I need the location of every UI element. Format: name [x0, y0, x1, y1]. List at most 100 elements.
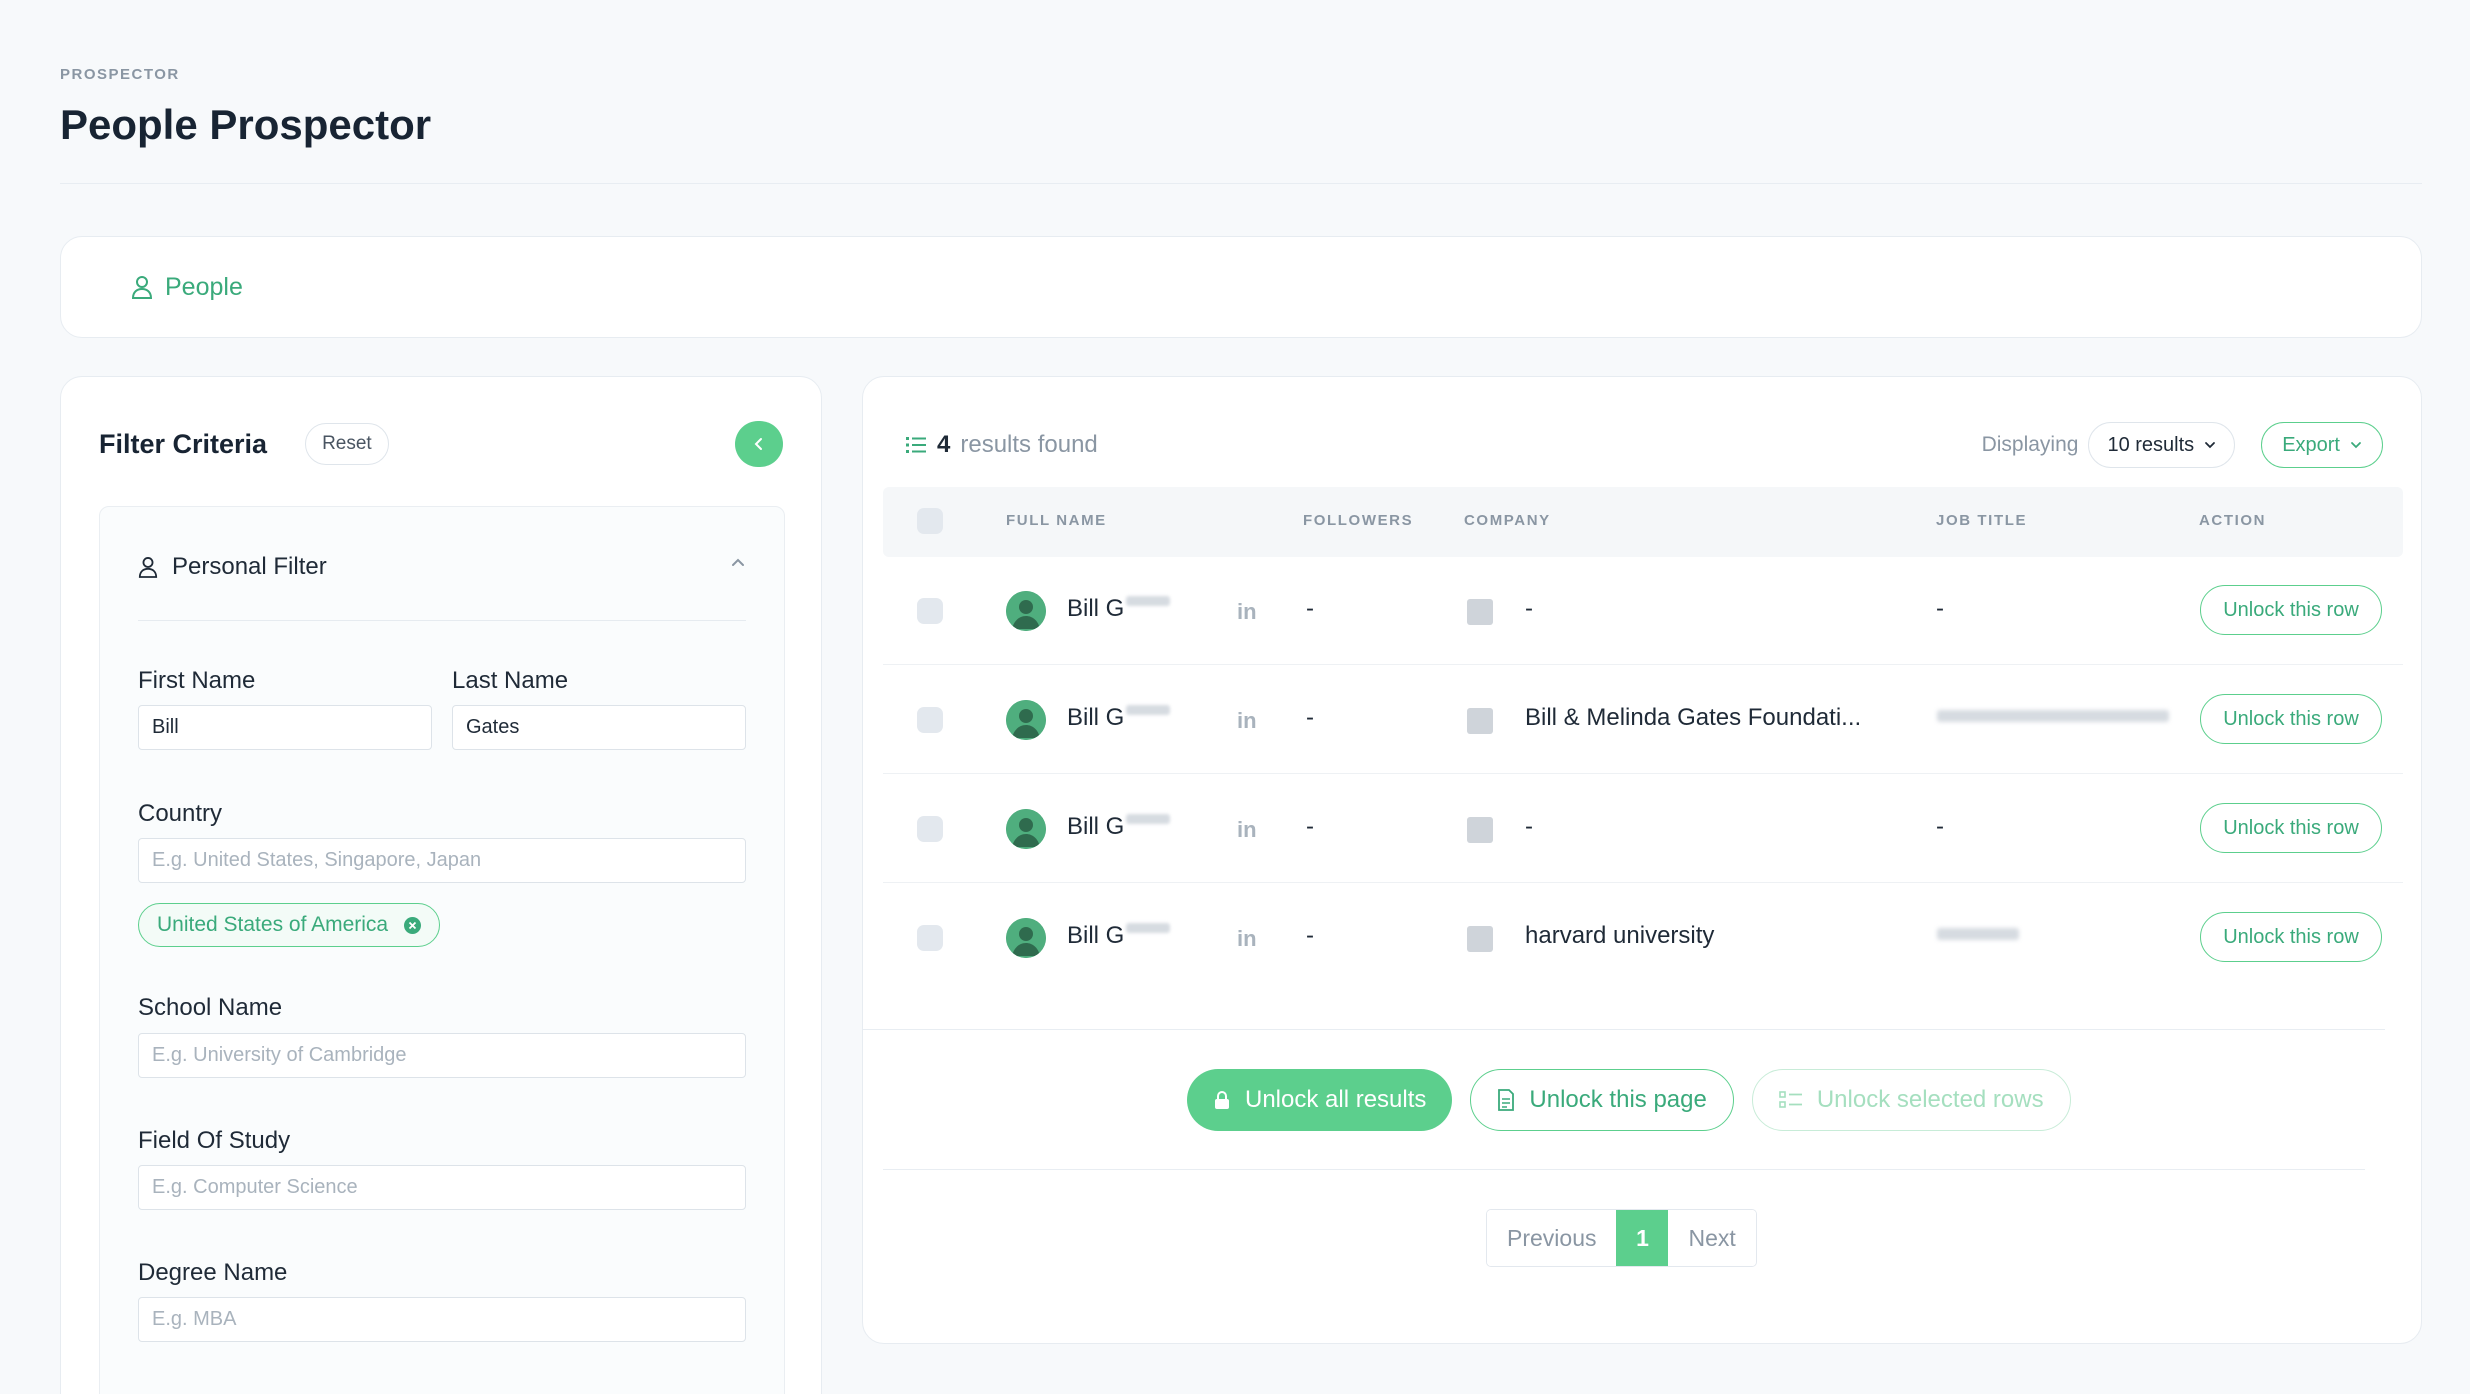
page-header: PROSPECTOR People Prospector — [60, 66, 2422, 149]
user-icon — [131, 275, 153, 299]
full-name: Bill G — [1067, 595, 1171, 623]
checklist-icon — [1779, 1090, 1803, 1110]
full-name: Bill G — [1067, 922, 1171, 950]
followers-value: - — [1306, 704, 1314, 731]
results-panel: 4 results found Displaying 10 results Ex… — [862, 376, 2422, 1344]
job-title-redacted — [1937, 928, 2019, 940]
next-page-button[interactable]: Next — [1668, 1210, 1756, 1266]
chevron-down-icon — [2350, 441, 2362, 449]
table-row: Bill G in - harvard university Unlock th… — [883, 884, 2403, 992]
last-name-input[interactable] — [452, 705, 746, 750]
field-of-study-input[interactable] — [138, 1165, 746, 1210]
country-label: Country — [138, 800, 223, 827]
company-logo — [1467, 599, 1493, 625]
chip-label: United States of America — [157, 913, 389, 936]
breadcrumb: PROSPECTOR — [60, 66, 180, 83]
linkedin-icon[interactable]: in — [1237, 817, 1257, 843]
unlock-selected-label: Unlock selected rows — [1816, 1086, 2044, 1113]
table-header: FULL NAME FOLLOWERS COMPANY JOB TITLE AC… — [883, 487, 2403, 557]
unlock-all-results-button[interactable]: Unlock all results — [1187, 1069, 1453, 1131]
unlock-row-button[interactable]: Unlock this row — [2200, 803, 2382, 853]
last-name-label: Last Name — [452, 667, 569, 694]
header-divider — [60, 183, 2422, 184]
job-title-redacted — [1937, 710, 2169, 722]
avatar — [1006, 591, 1046, 631]
linkedin-icon[interactable]: in — [1237, 708, 1257, 734]
reset-button[interactable]: Reset — [305, 423, 389, 465]
page-size-value: 10 results — [2107, 433, 2195, 456]
personal-filter-toggle[interactable]: Personal Filter — [138, 547, 746, 587]
company-logo — [1467, 926, 1493, 952]
row-checkbox[interactable] — [917, 816, 943, 842]
display-controls: Displaying 10 results Export — [1982, 422, 2383, 468]
table-row: Bill G in - - - Unlock this row — [883, 557, 2403, 665]
collapse-panel-button[interactable] — [735, 421, 783, 467]
followers-value: - — [1306, 813, 1314, 840]
followers-value: - — [1306, 922, 1314, 949]
tab-people[interactable]: People — [131, 273, 243, 302]
row-checkbox[interactable] — [917, 707, 943, 733]
company-logo — [1467, 817, 1493, 843]
degree-name-label: Degree Name — [138, 1259, 288, 1286]
export-button[interactable]: Export — [2261, 422, 2383, 468]
school-name-input[interactable] — [138, 1033, 746, 1078]
tab-label: People — [165, 272, 243, 301]
pager-divider — [883, 1169, 2365, 1170]
user-icon — [138, 556, 158, 578]
company-name: - — [1525, 595, 1533, 622]
export-label: Export — [2282, 433, 2340, 456]
chevron-up-icon — [730, 557, 746, 567]
displaying-label: Displaying — [1981, 433, 2079, 456]
chevron-down-icon — [2204, 441, 2216, 449]
column-followers: FOLLOWERS — [1303, 512, 1414, 529]
page-size-select[interactable]: 10 results — [2088, 422, 2236, 468]
results-toolbar: 4 results found Displaying 10 results Ex… — [905, 421, 2383, 469]
section-title: Personal Filter — [172, 553, 327, 580]
unlock-row-button[interactable]: Unlock this row — [2200, 585, 2382, 635]
column-full-name: FULL NAME — [1006, 512, 1107, 529]
table-divider — [863, 1029, 2385, 1030]
field-of-study-label: Field Of Study — [138, 1127, 291, 1154]
lock-icon — [1213, 1090, 1231, 1110]
document-icon — [1497, 1089, 1515, 1111]
job-title-value: - — [1936, 595, 1944, 622]
avatar — [1006, 809, 1046, 849]
degree-name-input[interactable] — [138, 1297, 746, 1342]
company-logo — [1467, 708, 1493, 734]
job-title-value: - — [1936, 813, 1944, 840]
results-count-label: results found — [960, 431, 1098, 458]
pagination: Previous 1 Next — [1486, 1209, 1757, 1267]
tabs-card: People — [60, 236, 2422, 338]
first-name-input[interactable] — [138, 705, 432, 750]
followers-value: - — [1306, 595, 1314, 622]
previous-page-button[interactable]: Previous — [1487, 1210, 1617, 1266]
filter-title: Filter Criteria — [99, 428, 268, 459]
filter-panel: Filter Criteria Reset Personal Filter Fi… — [60, 376, 822, 1394]
linkedin-icon[interactable]: in — [1237, 926, 1257, 952]
remove-chip-icon[interactable] — [404, 916, 422, 934]
results-count-number: 4 — [937, 431, 951, 458]
column-company: COMPANY — [1464, 512, 1551, 529]
unlock-all-label: Unlock all results — [1245, 1086, 1427, 1113]
filter-header: Filter Criteria Reset — [99, 419, 783, 469]
row-checkbox[interactable] — [917, 598, 943, 624]
unlock-actions: Unlock all results Unlock this page Unlo… — [1187, 1069, 2071, 1131]
list-icon — [905, 435, 927, 455]
avatar — [1006, 918, 1046, 958]
country-input[interactable] — [138, 838, 746, 883]
column-job-title: JOB TITLE — [1936, 512, 2028, 529]
page-title: People Prospector — [60, 101, 432, 148]
results-count: 4 results found — [905, 431, 1098, 459]
unlock-row-button[interactable]: Unlock this row — [2200, 912, 2382, 962]
select-all-checkbox[interactable] — [917, 508, 943, 534]
chevron-left-icon — [753, 437, 765, 451]
country-chip: United States of America — [138, 903, 441, 947]
company-name: - — [1525, 813, 1533, 840]
linkedin-icon[interactable]: in — [1237, 599, 1257, 625]
row-checkbox[interactable] — [917, 925, 943, 951]
first-name-label: First Name — [138, 667, 256, 694]
unlock-row-button[interactable]: Unlock this row — [2200, 694, 2382, 744]
page-number-button[interactable]: 1 — [1616, 1210, 1669, 1266]
unlock-selected-rows-button[interactable]: Unlock selected rows — [1751, 1069, 2071, 1131]
unlock-this-page-button[interactable]: Unlock this page — [1470, 1069, 1734, 1131]
